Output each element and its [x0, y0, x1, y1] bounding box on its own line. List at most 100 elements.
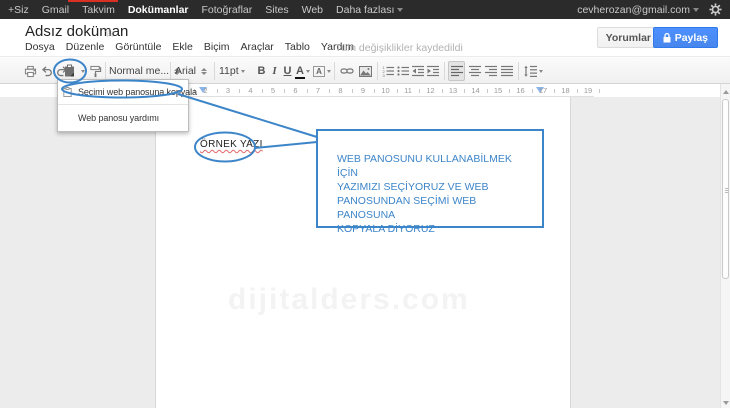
ruler-tick	[352, 89, 353, 93]
align-left-button[interactable]	[448, 61, 465, 81]
ruler-number: 13	[449, 86, 457, 95]
print-button[interactable]	[22, 61, 38, 81]
bold-label: B	[258, 65, 266, 77]
paint-format-button[interactable]	[88, 61, 103, 81]
ruler-number: 2	[203, 86, 207, 95]
align-center-icon	[469, 65, 481, 77]
menu-view[interactable]: Görüntüle	[115, 41, 161, 55]
underline-label: U	[284, 65, 292, 77]
menu-file[interactable]: Dosya	[25, 41, 55, 55]
nav-photos[interactable]: Fotoğraflar	[202, 4, 253, 16]
toolbar-separator	[334, 62, 335, 80]
undo-icon	[40, 65, 53, 78]
text-color-button[interactable]: A	[296, 61, 310, 81]
italic-label: I	[272, 65, 276, 77]
ruler-number: 19	[584, 86, 592, 95]
menu-format[interactable]: Biçim	[204, 41, 230, 55]
web-clipboard-button[interactable]	[62, 61, 77, 81]
styles-dropdown[interactable]: Normal me...	[109, 61, 167, 81]
chevron-down-icon	[327, 70, 331, 73]
ruler[interactable]: 12345678910111213141516171819	[128, 84, 594, 97]
line-spacing-button[interactable]	[522, 61, 544, 81]
share-button[interactable]: Paylaş	[653, 27, 718, 48]
align-right-button[interactable]	[483, 61, 498, 81]
nav-web[interactable]: Web	[302, 4, 323, 16]
ruler-tick	[577, 89, 578, 93]
highlight-label: A	[313, 66, 325, 77]
clipboard-icon	[63, 87, 72, 97]
undo-button[interactable]	[39, 61, 54, 81]
scrollbar-thumb[interactable]	[722, 99, 729, 279]
ruler-number: 15	[494, 86, 502, 95]
web-clipboard-dropdown-arrow[interactable]	[78, 61, 86, 81]
web-clipboard-menu: Seçimi web panosuna kopyala Web panosu y…	[57, 79, 189, 132]
bulleted-list-button[interactable]	[396, 61, 410, 81]
ruler-number: 16	[516, 86, 524, 95]
menu-separator	[58, 104, 188, 105]
ruler-number: 6	[293, 86, 297, 95]
highlight-color-button[interactable]: A	[314, 61, 330, 81]
nav-documents[interactable]: Dokümanlar	[128, 4, 189, 16]
star-icon[interactable]: ☆	[104, 25, 116, 41]
font-dropdown[interactable]: Arial	[175, 61, 211, 81]
nav-sites[interactable]: Sites	[265, 4, 288, 16]
updown-icon	[201, 68, 207, 75]
menu-item-web-clipboard-help[interactable]: Web panosu yardımı	[58, 108, 188, 128]
ruler-tick	[554, 89, 555, 93]
document-page[interactable]: dijitalders.com ÖRNEK YAZI WEB PANOSUNU …	[155, 97, 571, 408]
web-clipboard-icon	[63, 64, 76, 78]
scroll-up-arrow[interactable]	[723, 90, 729, 94]
chevron-down-icon	[539, 70, 543, 73]
watermark: dijitalders.com	[228, 283, 470, 317]
font-size-dropdown[interactable]: 11pt	[219, 61, 251, 81]
insert-image-button[interactable]	[357, 61, 373, 81]
ruler-tick	[464, 89, 465, 93]
share-label: Paylaş	[675, 32, 708, 44]
save-status: Tüm değişiklikler kaydedildi	[335, 42, 463, 54]
align-center-button[interactable]	[467, 61, 482, 81]
ruler-number: 12	[426, 86, 434, 95]
decrease-indent-button[interactable]	[411, 61, 425, 81]
ruler-tick	[397, 89, 398, 93]
styles-dropdown-value: Normal me...	[109, 65, 169, 77]
ruler-number: 9	[361, 86, 365, 95]
ruler-tick	[329, 89, 330, 93]
menu-table[interactable]: Tablo	[285, 41, 310, 55]
ruler-number: 4	[248, 86, 252, 95]
justify-button[interactable]	[499, 61, 514, 81]
document-canvas: dijitalders.com ÖRNEK YAZI WEB PANOSUNU …	[0, 97, 730, 408]
ruler-number: 11	[404, 86, 412, 95]
account-email-menu[interactable]: cevherozan@gmail.com	[577, 4, 699, 16]
insert-link-button[interactable]	[339, 61, 355, 81]
ruler-tick	[419, 89, 420, 93]
ruler-number: 14	[471, 86, 479, 95]
menu-tools[interactable]: Araçlar	[241, 41, 274, 55]
vertical-scrollbar[interactable]	[720, 84, 730, 408]
gear-icon[interactable]	[709, 3, 722, 16]
scroll-down-arrow[interactable]	[723, 401, 729, 405]
menu-insert[interactable]: Ekle	[172, 41, 192, 55]
nav-calendar[interactable]: Takvim	[82, 4, 115, 16]
bold-button[interactable]: B	[255, 61, 268, 81]
account-email-label: cevherozan@gmail.com	[577, 4, 690, 16]
chevron-down-icon	[81, 70, 85, 73]
svg-text:3: 3	[383, 73, 386, 77]
nav-gmail[interactable]: Gmail	[42, 4, 69, 16]
ruler-number: 17	[539, 86, 547, 95]
numbered-list-icon: 123	[382, 65, 394, 77]
outdent-icon	[412, 65, 424, 77]
nav-more-label: Daha fazlası	[336, 4, 394, 16]
menu-item-copy-to-web-clipboard[interactable]: Seçimi web panosuna kopyala	[58, 83, 188, 101]
ruler-number: 8	[338, 86, 342, 95]
increase-indent-button[interactable]	[426, 61, 440, 81]
nav-plus-you[interactable]: +Siz	[8, 4, 29, 16]
numbered-list-button[interactable]: 123	[381, 61, 395, 81]
underline-button[interactable]: U	[281, 61, 294, 81]
ruler-tick	[374, 89, 375, 93]
ruler-tick	[307, 89, 308, 93]
nav-more-menu[interactable]: Daha fazlası	[336, 4, 403, 16]
menu-edit[interactable]: Düzenle	[66, 41, 105, 55]
font-size-value: 11pt	[219, 65, 239, 77]
italic-button[interactable]: I	[269, 61, 280, 81]
sample-text[interactable]: ÖRNEK YAZI	[200, 139, 263, 150]
